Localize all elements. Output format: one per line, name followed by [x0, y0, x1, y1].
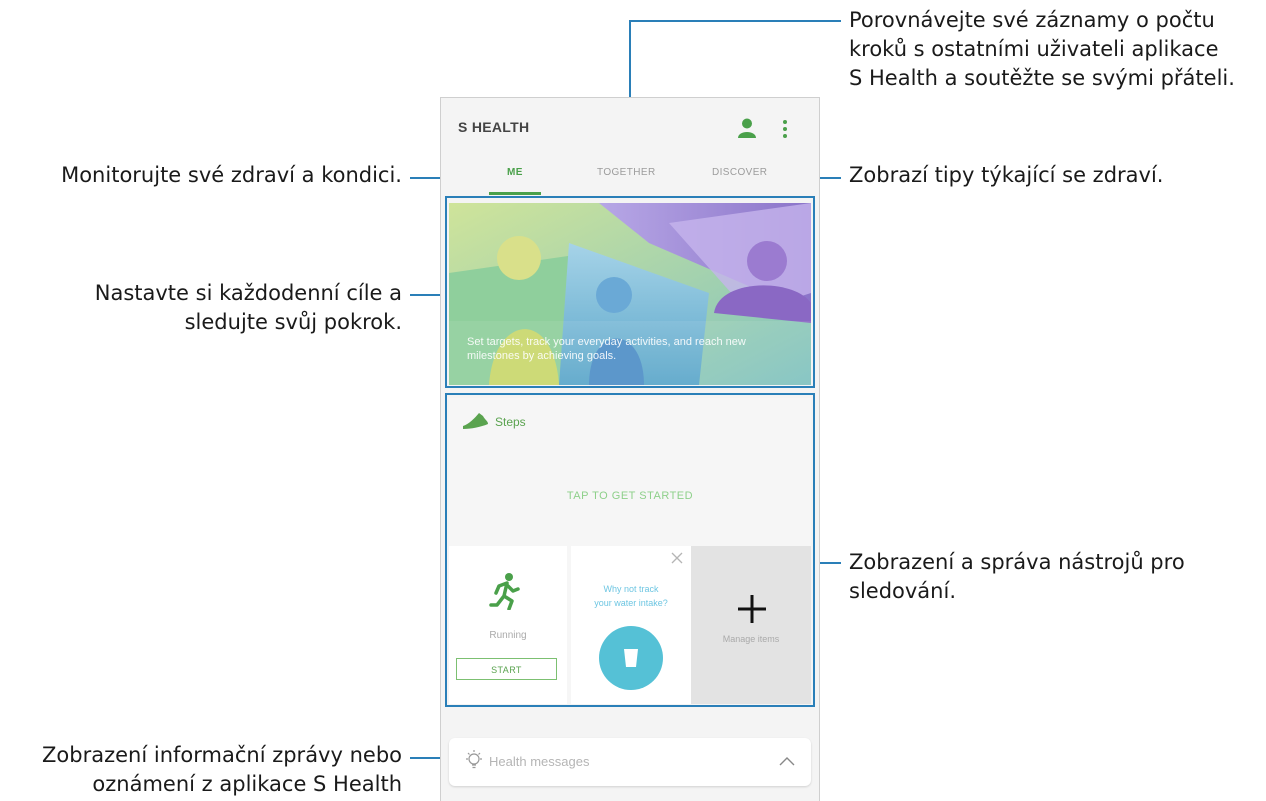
manage-items-tile[interactable]: Manage items — [691, 546, 811, 704]
water-add-button[interactable] — [599, 626, 663, 690]
close-icon[interactable] — [671, 552, 683, 564]
tab-together[interactable]: TOGETHER — [597, 167, 656, 178]
annotation-goals-line1: Nastavte si každodenní cíle a — [94, 281, 402, 305]
annotation-compare: Porovnávejte své záznamy o počtu kroků s… — [849, 6, 1235, 93]
annotation-messages-line1: Zobrazení informační zprávy nebo — [42, 743, 402, 767]
app-title: S HEALTH — [458, 119, 530, 135]
water-prompt-line2: your water intake? — [594, 598, 668, 608]
annotation-compare-line3: S Health a soutěžte se svými přáteli. — [849, 66, 1235, 90]
annotation-monitor-text: Monitorujte své zdraví a kondici. — [61, 163, 402, 187]
running-tile[interactable]: Running START — [449, 546, 567, 704]
annotation-trackers-line2: sledování. — [849, 579, 956, 603]
health-messages-label: Health messages — [489, 754, 590, 769]
tab-active-indicator — [489, 192, 541, 195]
annotation-monitor: Monitorujte své zdraví a kondici. — [0, 161, 402, 190]
callout-line-compare-h — [629, 20, 841, 22]
health-messages-bar[interactable]: Health messages — [449, 738, 811, 786]
banner-text: Set targets, track your everyday activit… — [467, 336, 746, 362]
water-prompt-line1: Why not track — [603, 584, 659, 594]
running-icon — [489, 573, 520, 610]
tab-me[interactable]: ME — [507, 167, 523, 178]
annotation-messages: Zobrazení informační zprávy nebo oznámen… — [0, 741, 402, 799]
plus-icon — [738, 595, 766, 623]
annotation-tips: Zobrazí tipy týkající se zdraví. — [849, 161, 1163, 190]
manage-items-label: Manage items — [722, 634, 780, 644]
annotation-compare-line2: kroků s ostatními uživateli aplikace — [849, 37, 1219, 61]
annotation-goals-line2: sledujte svůj pokrok. — [184, 310, 402, 334]
running-label: Running — [489, 630, 527, 641]
app-bar: S HEALTH ME TOGETHER DISCOVER — [441, 98, 819, 196]
shoe-icon — [463, 413, 488, 429]
more-vert-icon[interactable] — [781, 119, 789, 139]
annotation-trackers-line1: Zobrazení a správa nástrojů pro — [849, 550, 1185, 574]
bulb-icon — [466, 750, 482, 769]
annotation-trackers: Zobrazení a správa nástrojů pro sledován… — [849, 548, 1185, 606]
tab-discover[interactable]: DISCOVER — [712, 167, 767, 178]
start-button[interactable]: START — [456, 658, 557, 680]
annotation-tips-text: Zobrazí tipy týkající se zdraví. — [849, 163, 1164, 187]
tap-to-start-button[interactable]: TAP TO GET STARTED — [449, 490, 811, 502]
annotation-goals: Nastavte si každodenní cíle a sledujte s… — [0, 279, 402, 337]
water-prompt: Why not track your water intake? — [571, 582, 691, 610]
trackers-card: Steps TAP TO GET STARTED Running START W… — [449, 398, 811, 704]
chevron-up-icon[interactable] — [779, 756, 795, 766]
annotation-messages-line2: oznámení z aplikace S Health — [92, 772, 402, 796]
water-tile[interactable]: Why not track your water intake? — [571, 546, 691, 704]
cup-icon — [624, 649, 638, 667]
profile-icon[interactable] — [738, 118, 756, 138]
goals-banner[interactable]: Set targets, track your everyday activit… — [449, 203, 811, 385]
callout-line-goals — [410, 294, 440, 296]
annotation-compare-line1: Porovnávejte své záznamy o počtu — [849, 8, 1215, 32]
steps-label: Steps — [495, 415, 526, 429]
phone-screen: S HEALTH ME TOGETHER DISCOVER Set target… — [440, 97, 820, 801]
callout-line-trackers — [817, 562, 841, 564]
